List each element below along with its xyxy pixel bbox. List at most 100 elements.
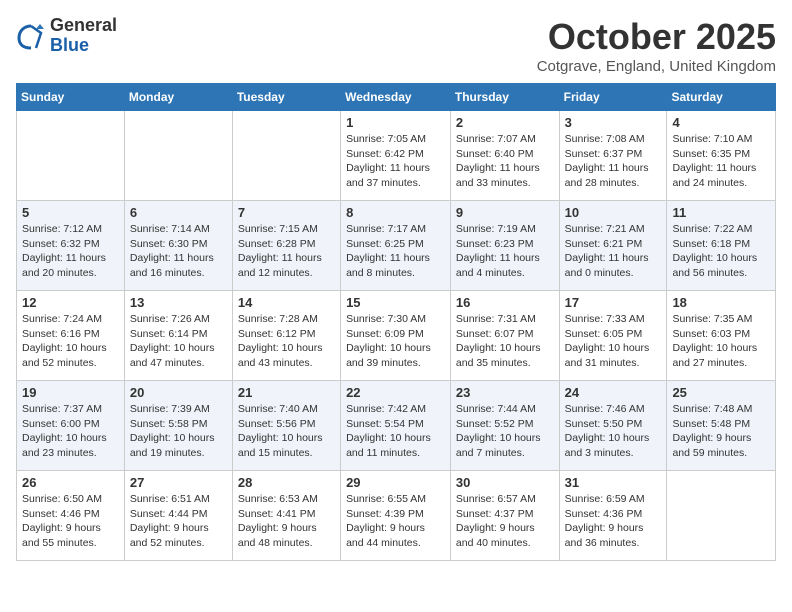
calendar-cell: 24 Sunrise: 7:46 AM Sunset: 5:50 PM Dayli… (559, 381, 667, 471)
day-info: Sunrise: 7:35 AM Sunset: 6:03 PM Dayligh… (672, 312, 770, 371)
calendar-cell: 10 Sunrise: 7:21 AM Sunset: 6:21 PM Dayli… (559, 201, 667, 291)
calendar-cell: 25 Sunrise: 7:48 AM Sunset: 5:48 PM Dayli… (667, 381, 776, 471)
day-number: 14 (238, 295, 335, 310)
day-info: Sunrise: 7:08 AM Sunset: 6:37 PM Dayligh… (565, 132, 662, 191)
day-number: 20 (130, 385, 227, 400)
day-info: Sunrise: 6:51 AM Sunset: 4:44 PM Dayligh… (130, 492, 227, 551)
month-title: October 2025 (537, 16, 776, 58)
calendar-table: SundayMondayTuesdayWednesdayThursdayFrid… (16, 83, 776, 561)
calendar-header: SundayMondayTuesdayWednesdayThursdayFrid… (17, 84, 776, 111)
calendar-cell: 12Sunrise: 7:24 AM Sunset: 6:16 PM Dayli… (17, 291, 125, 381)
calendar-cell: 9 Sunrise: 7:19 AM Sunset: 6:23 PM Daylig… (450, 201, 559, 291)
day-info: Sunrise: 7:10 AM Sunset: 6:35 PM Dayligh… (672, 132, 770, 191)
day-number: 10 (565, 205, 662, 220)
day-number: 27 (130, 475, 227, 490)
day-info: Sunrise: 7:21 AM Sunset: 6:21 PM Dayligh… (565, 222, 662, 281)
day-info: Sunrise: 7:30 AM Sunset: 6:09 PM Dayligh… (346, 312, 445, 371)
day-number: 31 (565, 475, 662, 490)
calendar-cell (124, 111, 232, 201)
calendar-cell: 21Sunrise: 7:40 AM Sunset: 5:56 PM Dayli… (232, 381, 340, 471)
day-info: Sunrise: 7:12 AM Sunset: 6:32 PM Dayligh… (22, 222, 119, 281)
day-info: Sunrise: 7:05 AM Sunset: 6:42 PM Dayligh… (346, 132, 445, 191)
calendar-cell: 7 Sunrise: 7:15 AM Sunset: 6:28 PM Daylig… (232, 201, 340, 291)
location: Cotgrave, England, United Kingdom (537, 58, 776, 75)
day-number: 24 (565, 385, 662, 400)
calendar-cell: 27 Sunrise: 6:51 AM Sunset: 4:44 PM Dayli… (124, 471, 232, 561)
day-info: Sunrise: 7:37 AM Sunset: 6:00 PM Dayligh… (22, 402, 119, 461)
calendar-cell (232, 111, 340, 201)
day-number: 12 (22, 295, 119, 310)
day-number: 4 (672, 115, 770, 130)
day-info: Sunrise: 6:55 AM Sunset: 4:39 PM Dayligh… (346, 492, 445, 551)
day-number: 18 (672, 295, 770, 310)
day-info: Sunrise: 7:26 AM Sunset: 6:14 PM Dayligh… (130, 312, 227, 371)
day-number: 22 (346, 385, 445, 400)
day-number: 23 (456, 385, 554, 400)
day-info: Sunrise: 6:53 AM Sunset: 4:41 PM Dayligh… (238, 492, 335, 551)
day-number: 17 (565, 295, 662, 310)
day-of-week-header: Friday (559, 84, 667, 111)
calendar-cell: 20 Sunrise: 7:39 AM Sunset: 5:58 PM Dayli… (124, 381, 232, 471)
logo-icon (16, 21, 46, 51)
day-number: 11 (672, 205, 770, 220)
day-number: 2 (456, 115, 554, 130)
day-info: Sunrise: 7:40 AM Sunset: 5:56 PM Dayligh… (238, 402, 335, 461)
day-of-week-header: Sunday (17, 84, 125, 111)
day-number: 9 (456, 205, 554, 220)
day-of-week-header: Thursday (450, 84, 559, 111)
day-info: Sunrise: 7:48 AM Sunset: 5:48 PM Dayligh… (672, 402, 770, 461)
calendar-week-row: 12Sunrise: 7:24 AM Sunset: 6:16 PM Dayli… (17, 291, 776, 381)
day-number: 16 (456, 295, 554, 310)
day-number: 29 (346, 475, 445, 490)
day-of-week-header: Tuesday (232, 84, 340, 111)
day-number: 19 (22, 385, 119, 400)
day-of-week-header: Saturday (667, 84, 776, 111)
day-info: Sunrise: 7:33 AM Sunset: 6:05 PM Dayligh… (565, 312, 662, 371)
logo: General Blue (16, 16, 117, 56)
calendar-cell: 6Sunrise: 7:14 AM Sunset: 6:30 PM Daylig… (124, 201, 232, 291)
logo-general-text: General (50, 16, 117, 36)
calendar-body: 1 Sunrise: 7:05 AM Sunset: 6:42 PM Daylig… (17, 111, 776, 561)
day-info: Sunrise: 7:42 AM Sunset: 5:54 PM Dayligh… (346, 402, 445, 461)
day-info: Sunrise: 7:39 AM Sunset: 5:58 PM Dayligh… (130, 402, 227, 461)
day-info: Sunrise: 7:46 AM Sunset: 5:50 PM Dayligh… (565, 402, 662, 461)
calendar-cell: 31 Sunrise: 6:59 AM Sunset: 4:36 PM Dayli… (559, 471, 667, 561)
calendar-cell: 3 Sunrise: 7:08 AM Sunset: 6:37 PM Daylig… (559, 111, 667, 201)
calendar-cell: 14 Sunrise: 7:28 AM Sunset: 6:12 PM Dayli… (232, 291, 340, 381)
day-number: 7 (238, 205, 335, 220)
calendar-cell: 8 Sunrise: 7:17 AM Sunset: 6:25 PM Daylig… (341, 201, 451, 291)
calendar-week-row: 26Sunrise: 6:50 AM Sunset: 4:46 PM Dayli… (17, 471, 776, 561)
title-block: October 2025 Cotgrave, England, United K… (537, 16, 776, 75)
day-info: Sunrise: 7:28 AM Sunset: 6:12 PM Dayligh… (238, 312, 335, 371)
calendar-cell: 30Sunrise: 6:57 AM Sunset: 4:37 PM Dayli… (450, 471, 559, 561)
day-info: Sunrise: 7:44 AM Sunset: 5:52 PM Dayligh… (456, 402, 554, 461)
calendar-cell: 15Sunrise: 7:30 AM Sunset: 6:09 PM Dayli… (341, 291, 451, 381)
calendar-week-row: 5 Sunrise: 7:12 AM Sunset: 6:32 PM Daylig… (17, 201, 776, 291)
day-info: Sunrise: 7:07 AM Sunset: 6:40 PM Dayligh… (456, 132, 554, 191)
day-number: 25 (672, 385, 770, 400)
calendar-cell: 19 Sunrise: 7:37 AM Sunset: 6:00 PM Dayli… (17, 381, 125, 471)
calendar-cell: 16Sunrise: 7:31 AM Sunset: 6:07 PM Dayli… (450, 291, 559, 381)
calendar-cell: 29 Sunrise: 6:55 AM Sunset: 4:39 PM Dayli… (341, 471, 451, 561)
day-info: Sunrise: 6:57 AM Sunset: 4:37 PM Dayligh… (456, 492, 554, 551)
logo-blue-text: Blue (50, 36, 117, 56)
day-info: Sunrise: 6:50 AM Sunset: 4:46 PM Dayligh… (22, 492, 119, 551)
day-number: 3 (565, 115, 662, 130)
calendar-cell: 11 Sunrise: 7:22 AM Sunset: 6:18 PM Dayli… (667, 201, 776, 291)
day-number: 6 (130, 205, 227, 220)
day-number: 1 (346, 115, 445, 130)
day-info: Sunrise: 6:59 AM Sunset: 4:36 PM Dayligh… (565, 492, 662, 551)
day-number: 28 (238, 475, 335, 490)
calendar-cell: 18 Sunrise: 7:35 AM Sunset: 6:03 PM Dayli… (667, 291, 776, 381)
day-info: Sunrise: 7:17 AM Sunset: 6:25 PM Dayligh… (346, 222, 445, 281)
calendar-week-row: 19 Sunrise: 7:37 AM Sunset: 6:00 PM Dayli… (17, 381, 776, 471)
day-number: 13 (130, 295, 227, 310)
calendar-cell: 2 Sunrise: 7:07 AM Sunset: 6:40 PM Daylig… (450, 111, 559, 201)
day-info: Sunrise: 7:22 AM Sunset: 6:18 PM Dayligh… (672, 222, 770, 281)
logo-text: General Blue (50, 16, 117, 56)
day-number: 8 (346, 205, 445, 220)
day-info: Sunrise: 7:15 AM Sunset: 6:28 PM Dayligh… (238, 222, 335, 281)
day-info: Sunrise: 7:19 AM Sunset: 6:23 PM Dayligh… (456, 222, 554, 281)
day-number: 5 (22, 205, 119, 220)
day-of-week-header: Wednesday (341, 84, 451, 111)
